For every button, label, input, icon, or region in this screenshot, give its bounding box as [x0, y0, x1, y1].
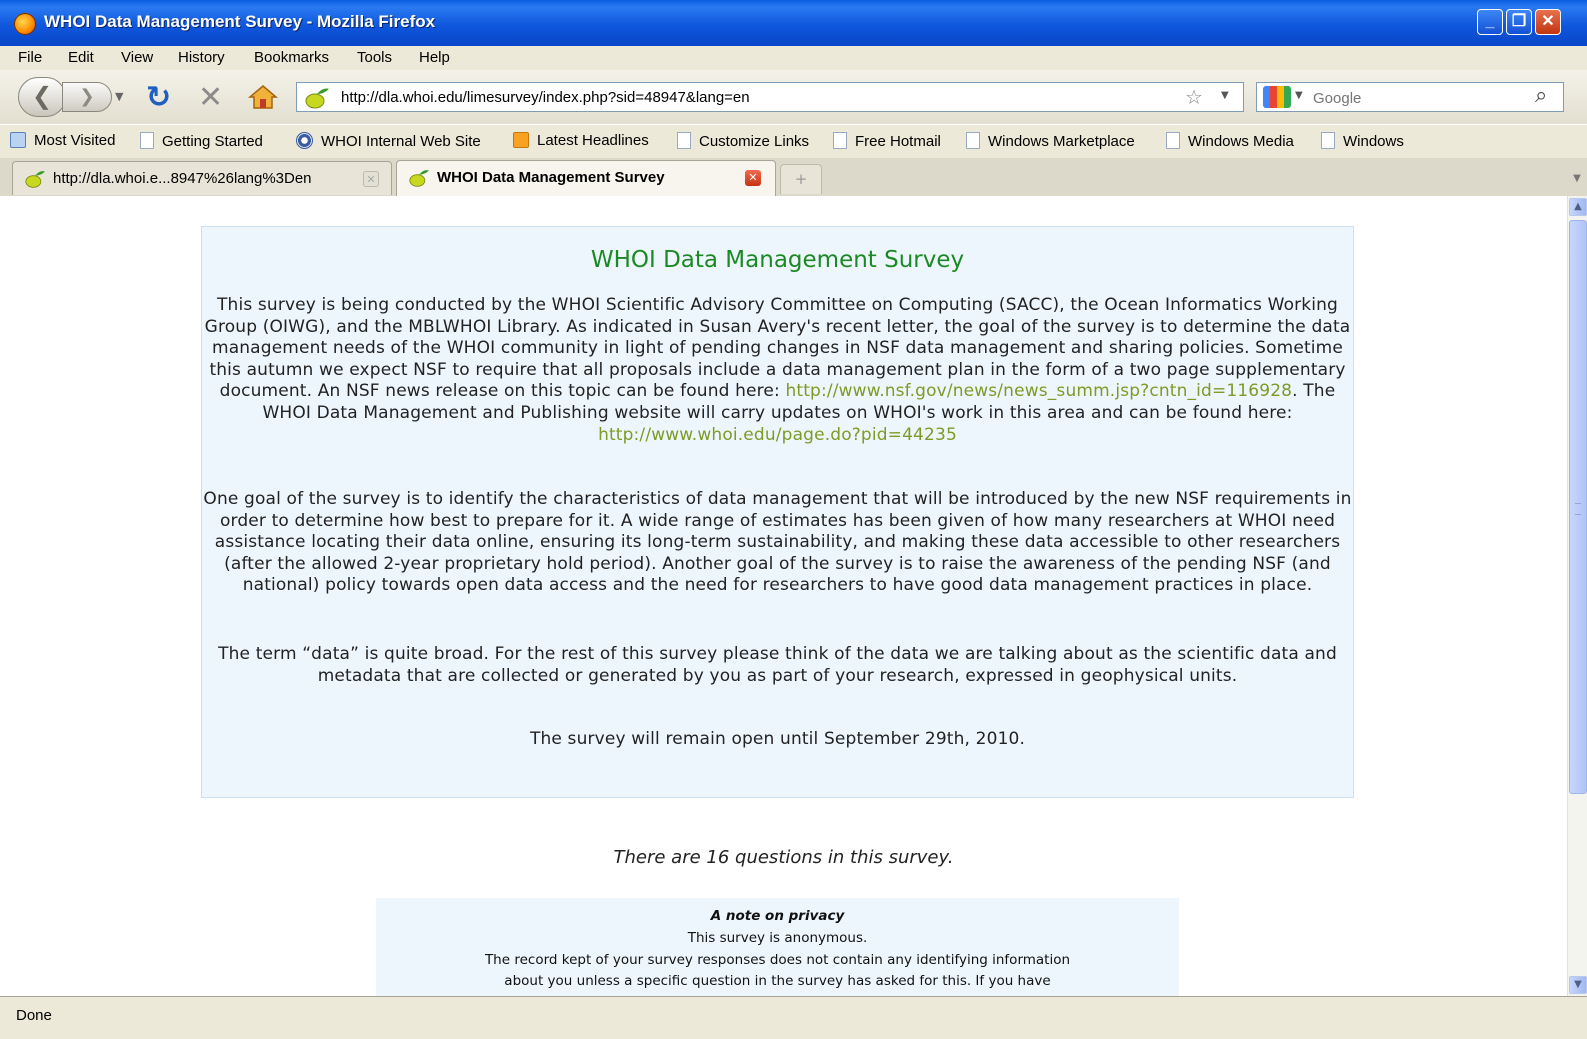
scroll-up-icon[interactable]: ▲ [1569, 198, 1587, 216]
search-input[interactable] [1311, 87, 1531, 109]
bookmark-latest-headlines[interactable]: Latest Headlines [513, 132, 649, 149]
bookmark-most-visited[interactable]: Most Visited [10, 132, 115, 149]
url-text[interactable]: http://dla.whoi.edu/limesurvey/index.php… [341, 89, 750, 106]
forward-button[interactable]: ❯ [62, 82, 112, 112]
status-text: Done [16, 1007, 52, 1024]
menu-file[interactable]: File [18, 49, 42, 66]
page-icon [140, 132, 154, 149]
question-count: There are 16 questions in this survey. [613, 847, 954, 868]
navigation-toolbar: ❮ ❯ ▼ ↻ ✕ http://dla.whoi.edu/limesurvey… [0, 70, 1587, 124]
history-dropdown-icon[interactable]: ▼ [115, 90, 123, 103]
tab-survey[interactable]: WHOI Data Management Survey ✕ [396, 160, 776, 196]
grip-icon [1575, 503, 1581, 515]
page-icon [1321, 132, 1335, 149]
bookmark-windows-media[interactable]: Windows Media [1166, 132, 1294, 150]
page-icon [1166, 132, 1180, 149]
tab-close-icon[interactable]: ✕ [363, 171, 379, 187]
goals-paragraph: One goal of the survey is to identify th… [203, 489, 1352, 596]
menu-bookmarks[interactable]: Bookmarks [254, 49, 329, 66]
menu-edit[interactable]: Edit [68, 49, 94, 66]
menu-history[interactable]: History [178, 49, 225, 66]
bookmark-windows[interactable]: Windows [1321, 132, 1404, 150]
back-button[interactable]: ❮ [18, 77, 66, 117]
scrollbar-thumb[interactable] [1569, 220, 1587, 794]
bookmark-star-icon[interactable]: ☆ [1185, 85, 1203, 109]
limesurvey-favicon [25, 171, 45, 188]
bookmark-getting-started[interactable]: Getting Started [140, 132, 263, 150]
whoi-icon [296, 132, 313, 149]
survey-title: WHOI Data Management Survey [590, 247, 965, 273]
tab-list-dropdown-icon[interactable]: ▼ [1567, 164, 1587, 194]
vertical-scrollbar[interactable]: ▲ ▼ [1567, 196, 1587, 996]
url-dropdown-icon[interactable]: ▼ [1221, 90, 1229, 101]
survey-description-panel: WHOI Data Management Survey This survey … [201, 226, 1354, 798]
tab-label: http://dla.whoi.e...8947%26lang%3Den [53, 170, 312, 187]
deadline-paragraph: The survey will remain open until Septem… [529, 729, 1026, 749]
new-tab-button[interactable]: + [780, 164, 822, 194]
search-bar[interactable]: ▼ ⌕ [1256, 82, 1564, 112]
firefox-icon [14, 13, 36, 35]
search-icon[interactable]: ⌕ [1535, 83, 1547, 108]
privacy-heading: A note on privacy [710, 908, 845, 924]
bookmark-free-hotmail[interactable]: Free Hotmail [833, 132, 941, 150]
search-engine-dropdown-icon[interactable]: ▼ [1295, 90, 1303, 101]
google-engine-icon[interactable] [1263, 86, 1291, 108]
bookmark-customize-links[interactable]: Customize Links [677, 132, 809, 150]
page-content: WHOI Data Management Survey This survey … [0, 196, 1567, 996]
privacy-note: A note on privacy This survey is anonymo… [376, 898, 1179, 996]
whoi-data-management-link[interactable]: http://www.whoi.edu/page.do?pid=44235 [598, 425, 957, 445]
scroll-down-icon[interactable]: ▼ [1569, 976, 1587, 994]
status-bar: Done [0, 996, 1587, 1039]
page-icon [833, 132, 847, 149]
rss-feed-icon [513, 132, 529, 148]
address-bar[interactable]: http://dla.whoi.edu/limesurvey/index.php… [296, 82, 1244, 112]
bookmark-windows-marketplace[interactable]: Windows Marketplace [966, 132, 1135, 150]
minimize-button[interactable]: _ [1477, 9, 1503, 35]
menu-tools[interactable]: Tools [357, 49, 392, 66]
tab-bar: http://dla.whoi.e...8947%26lang%3Den ✕ W… [0, 158, 1587, 197]
stop-icon[interactable]: ✕ [198, 80, 223, 115]
privacy-text: This survey is anonymous. [687, 930, 868, 946]
intro-paragraph: This survey is being conducted by the WH… [204, 295, 1351, 445]
limesurvey-favicon [305, 88, 329, 109]
tab-close-icon[interactable]: ✕ [745, 170, 761, 186]
reload-icon[interactable]: ↻ [146, 80, 171, 115]
most-visited-icon [10, 132, 26, 148]
menu-view[interactable]: View [121, 49, 153, 66]
bookmarks-toolbar: Most Visited Getting Started WHOI Intern… [0, 124, 1587, 160]
nsf-news-link[interactable]: http://www.nsf.gov/news/news_summ.jsp?cn… [785, 381, 1292, 401]
privacy-text: The record kept of your survey responses… [484, 952, 1071, 968]
limesurvey-favicon [409, 170, 429, 187]
close-window-button[interactable]: ✕ [1535, 9, 1561, 35]
bookmark-whoi-internal[interactable]: WHOI Internal Web Site [296, 132, 481, 150]
home-icon[interactable] [248, 84, 278, 110]
window-titlebar[interactable]: WHOI Data Management Survey - Mozilla Fi… [0, 0, 1587, 47]
privacy-text: about you unless a specific question in … [504, 973, 1051, 989]
tab-label: WHOI Data Management Survey [437, 169, 665, 186]
window-title: WHOI Data Management Survey - Mozilla Fi… [44, 12, 436, 31]
menu-help[interactable]: Help [419, 49, 450, 66]
menu-bar: File Edit View History Bookmarks Tools H… [0, 46, 1587, 70]
data-definition-paragraph: The term “data” is quite broad. For the … [218, 644, 1337, 686]
tab-limesurvey-url[interactable]: http://dla.whoi.e...8947%26lang%3Den ✕ [12, 161, 392, 195]
page-icon [677, 132, 691, 149]
maximize-button[interactable]: ❐ [1506, 9, 1532, 35]
page-icon [966, 132, 980, 149]
